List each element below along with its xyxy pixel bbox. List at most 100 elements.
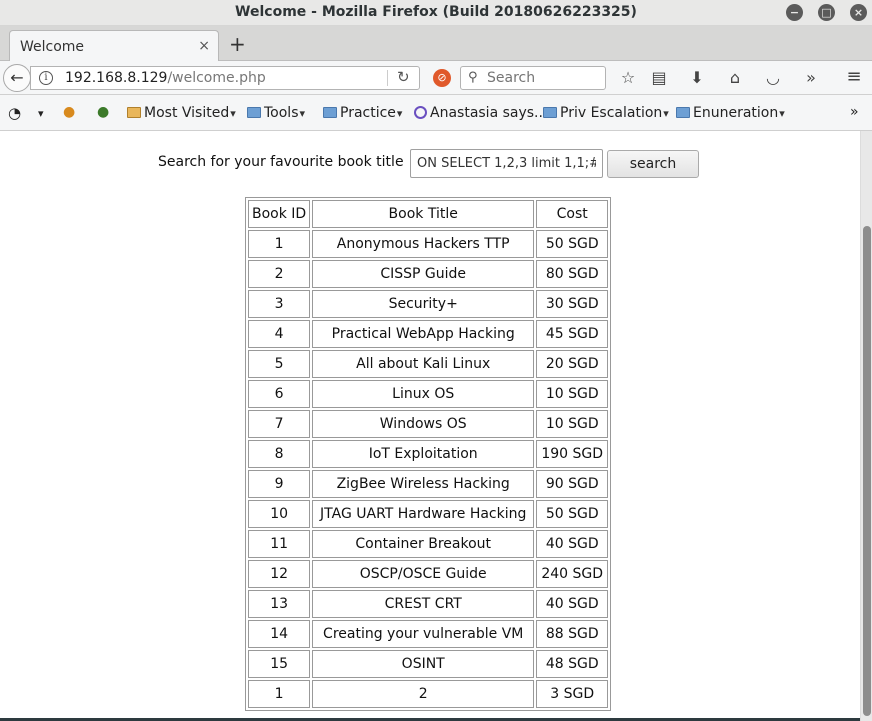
table-row: 10 JTAG UART Hardware Hacking 50 SGD [248,500,609,528]
bookmark-anastasia[interactable]: Anastasia says... [414,105,547,121]
cell-book-id: 10 [248,500,311,528]
bookmarks-overflow-icon[interactable]: » [850,104,859,120]
url-text[interactable]: 192.168.8.129/welcome.php [65,70,266,86]
firefox-logo-icon[interactable]: ● [63,104,75,120]
cell-cost: 88 SGD [536,620,609,648]
cell-book-id: 5 [248,350,311,378]
cell-book-id: 15 [248,650,311,678]
cell-book-id: 1 [248,230,311,258]
table-row: 12 OSCP/OSCE Guide 240 SGD [248,560,609,588]
table-row: 13 CREST CRT 40 SGD [248,590,609,618]
table-row: 7 Windows OS 10 SGD [248,410,609,438]
page-scrollbar[interactable] [860,131,872,721]
cell-book-title: Anonymous Hackers TTP [312,230,535,258]
cell-book-title: CREST CRT [312,590,535,618]
hamburger-menu-icon[interactable]: ≡ [844,66,864,87]
most-visited-icon [127,107,141,118]
books-table-body: 1 Anonymous Hackers TTP 50 SGD 2 CISSP Guide… [248,230,609,708]
cell-book-id: 9 [248,470,311,498]
cell-book-id: 1 [248,680,311,708]
tab-close-icon[interactable]: × [198,38,210,54]
search-button[interactable]: search [607,150,699,178]
reading-list-icon[interactable]: ▤ [649,68,669,87]
books-table: Book ID Book Title Cost 1 Anonymous Hacke… [245,197,612,711]
cell-cost: 45 SGD [536,320,609,348]
header-cost: Cost [536,200,609,228]
bookmark-most-visited[interactable]: Most Visited▾ [127,105,236,121]
page-content: Search for your favourite book title sea… [0,131,860,721]
table-row: 3 Security+ 30 SGD [248,290,609,318]
cell-book-id: 3 [248,290,311,318]
cell-book-id: 11 [248,530,311,558]
maximize-icon[interactable]: □ [818,4,835,21]
folder-icon [323,107,337,118]
table-header-row: Book ID Book Title Cost [248,200,609,228]
chevron-down-icon[interactable]: ▾ [38,107,44,120]
cell-book-title: OSCP/OSCE Guide [312,560,535,588]
window-title: Welcome - Mozilla Firefox (Build 2018062… [235,4,637,20]
bookmark-tools[interactable]: Tools▾ [247,105,305,121]
cell-book-title: Linux OS [312,380,535,408]
close-icon[interactable]: × [850,4,867,21]
cell-cost: 40 SGD [536,530,609,558]
kali-icon[interactable]: ● [97,104,109,120]
folder-icon [247,107,261,118]
cell-book-id: 2 [248,260,311,288]
cell-book-id: 12 [248,560,311,588]
scrollbar-thumb[interactable] [863,226,871,716]
chevron-down-icon: ▾ [230,107,236,120]
bookmark-star-icon[interactable]: ☆ [618,68,638,87]
cell-book-title: Windows OS [312,410,535,438]
cell-book-title: Security+ [312,290,535,318]
cell-book-id: 8 [248,440,311,468]
cell-cost: 50 SGD [536,230,609,258]
cell-cost: 10 SGD [536,410,609,438]
tab-strip: Welcome × + [0,26,872,61]
info-icon[interactable]: i [39,71,53,85]
cell-book-title: ZigBee Wireless Hacking [312,470,535,498]
url-path: /welcome.php [167,70,266,86]
cell-cost: 20 SGD [536,350,609,378]
pocket-icon[interactable]: ◡ [763,68,783,87]
cell-cost: 50 SGD [536,500,609,528]
url-bar[interactable]: i 192.168.8.129/welcome.php ↻ [30,66,420,90]
noscript-icon[interactable]: ⊘ [433,69,451,87]
cell-book-id: 6 [248,380,311,408]
cell-book-title: JTAG UART Hardware Hacking [312,500,535,528]
table-row: 1 Anonymous Hackers TTP 50 SGD [248,230,609,258]
search-icon: ⚲ [468,70,478,85]
table-row: 8 IoT Exploitation 190 SGD [248,440,609,468]
tab-welcome[interactable]: Welcome × [9,30,219,61]
chevron-down-icon: ▾ [299,107,306,120]
overflow-menu-icon[interactable]: » [801,68,821,87]
bookmark-priv-escalation[interactable]: Priv Escalation▾ [543,105,669,121]
bookmark-icon [414,106,427,119]
palette-icon[interactable]: ◔ [8,104,21,122]
chevron-down-icon: ▾ [396,107,403,120]
search-bar[interactable]: ⚲ [460,66,606,90]
new-tab-button[interactable]: + [229,32,246,56]
table-row: 11 Container Breakout 40 SGD [248,530,609,558]
search-engine-input[interactable] [487,69,603,87]
cell-cost: 90 SGD [536,470,609,498]
table-row: 14 Creating your vulnerable VM 88 SGD [248,620,609,648]
cell-cost: 190 SGD [536,440,609,468]
minimize-icon[interactable]: − [786,4,803,21]
cell-book-id: 13 [248,590,311,618]
cell-book-id: 4 [248,320,311,348]
bookmark-enuneration[interactable]: Enuneration▾ [676,105,785,121]
back-arrow-icon: ← [10,68,24,87]
downloads-icon[interactable]: ⬇ [687,68,707,87]
url-host: 192.168.8.129 [65,70,168,86]
cell-cost: 48 SGD [536,650,609,678]
home-icon[interactable]: ⌂ [725,68,745,87]
reload-icon[interactable]: ↻ [397,68,410,86]
back-button[interactable]: ← [3,64,31,92]
table-row: 4 Practical WebApp Hacking 45 SGD [248,320,609,348]
book-title-input[interactable] [410,149,603,178]
url-separator [387,70,388,86]
folder-icon [543,107,557,118]
bookmark-practice[interactable]: Practice▾ [323,105,402,121]
cell-book-title: All about Kali Linux [312,350,535,378]
cell-book-title: Practical WebApp Hacking [312,320,535,348]
